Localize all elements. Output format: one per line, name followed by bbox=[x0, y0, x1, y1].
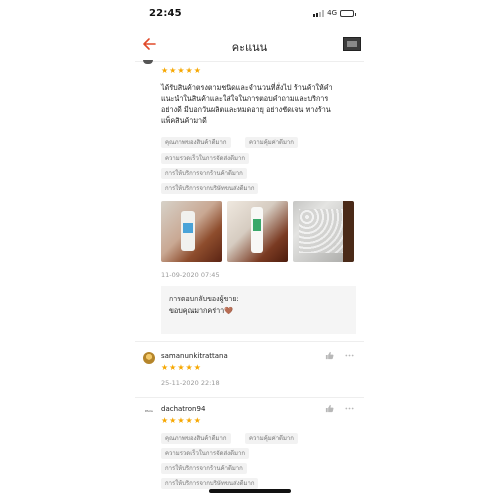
star-icon: ★ bbox=[169, 416, 177, 425]
page-title: คะแนน bbox=[231, 41, 268, 54]
review-text: ได้รับสินค้าตรงตามชนิดและจำนวนที่สั่งไป … bbox=[161, 82, 356, 126]
divider bbox=[135, 341, 364, 342]
review-photo[interactable] bbox=[293, 201, 354, 262]
star-icon: ★ bbox=[177, 66, 185, 75]
status-indicators: 4G bbox=[313, 9, 356, 17]
review-timestamp: 11-09-2020 07:45 bbox=[161, 271, 220, 279]
avatar[interactable] bbox=[143, 352, 155, 364]
review-photos bbox=[161, 201, 354, 262]
username: dachatron94 bbox=[161, 405, 206, 413]
network-label: 4G bbox=[327, 9, 337, 17]
tag-chip: ความคุ้มค่าดีมาก bbox=[245, 137, 298, 148]
review-text-line: ได้รับสินค้าตรงตามชนิดและจำนวนที่สั่งไป … bbox=[161, 83, 333, 92]
thumbs-up-icon[interactable] bbox=[325, 351, 334, 360]
signal-icon bbox=[313, 9, 325, 17]
rating-stars: ★ ★ ★ ★ ★ bbox=[161, 66, 201, 75]
nav-bar: คะแนน bbox=[135, 28, 364, 62]
product-thumbnail[interactable] bbox=[343, 37, 361, 51]
review-photo[interactable] bbox=[161, 201, 222, 262]
star-icon: ★ bbox=[169, 363, 177, 372]
star-icon: ★ bbox=[177, 363, 185, 372]
review-text-line: แนะนำในสินค้าและใส่ใจในการตอบคำถามและบริ… bbox=[161, 94, 329, 103]
review-text-line: อย่างดี มีบอกวันผลิตและหมดอายุ อย่างชัดเ… bbox=[161, 105, 331, 114]
thumbs-up-icon[interactable] bbox=[325, 404, 334, 413]
review-item: P.S.Cu dachatron94 ★ ★ ★ ★ ★ คุณภาพของสิ… bbox=[135, 400, 364, 499]
status-time: 22:45 bbox=[149, 8, 182, 19]
username: samanunkitrattana bbox=[161, 352, 228, 360]
star-icon: ★ bbox=[185, 66, 193, 75]
star-icon: ★ bbox=[193, 363, 201, 372]
tag-chip: การให้บริการจากร้านค้าดีมาก bbox=[161, 463, 247, 474]
seller-reply: การตอบกลับของผู้ขาย: ขอบคุณมากคร่าา🤎 bbox=[161, 286, 356, 334]
home-indicator[interactable] bbox=[209, 489, 291, 493]
more-options-icon[interactable] bbox=[345, 404, 354, 413]
battery-icon bbox=[340, 9, 356, 17]
divider bbox=[135, 397, 364, 398]
rating-stars: ★ ★ ★ ★ ★ bbox=[161, 363, 201, 372]
review-timestamp: 25-11-2020 22:18 bbox=[161, 379, 220, 387]
review-text-line: แพ็คสินค้ามาดี bbox=[161, 116, 207, 125]
status-bar: 22:45 4G bbox=[135, 0, 364, 28]
tag-chip: การให้บริการจากบริษัทขนส่งดีมาก bbox=[161, 183, 259, 194]
tag-chip: ความรวดเร็วในการจัดส่งดีมาก bbox=[161, 153, 249, 164]
tag-chip: การให้บริการจากร้านค้าดีมาก bbox=[161, 168, 247, 179]
star-icon: ★ bbox=[193, 416, 201, 425]
seller-reply-title: การตอบกลับของผู้ขาย: bbox=[169, 295, 239, 303]
star-icon: ★ bbox=[161, 66, 169, 75]
tag-chip: การให้บริการจากบริษัทขนส่งดีมาก bbox=[161, 478, 259, 489]
star-icon: ★ bbox=[177, 416, 185, 425]
star-icon: ★ bbox=[161, 416, 169, 425]
star-icon: ★ bbox=[185, 363, 193, 372]
phone-screen: 22:45 4G คะแนน ★ ★ ★ ★ ★ ได้รับสินค้าตรง… bbox=[135, 0, 364, 499]
more-options-icon[interactable] bbox=[345, 351, 354, 360]
tag-chip: คุณภาพของสินค้าดีมาก bbox=[161, 137, 231, 148]
tag-chip: ความคุ้มค่าดีมาก bbox=[245, 433, 298, 444]
star-icon: ★ bbox=[161, 363, 169, 372]
seller-reply-text: ขอบคุณมากคร่าา🤎 bbox=[169, 306, 234, 315]
review-photo[interactable] bbox=[227, 201, 288, 262]
star-icon: ★ bbox=[185, 416, 193, 425]
tag-chip: คุณภาพของสินค้าดีมาก bbox=[161, 433, 231, 444]
rating-stars: ★ ★ ★ ★ ★ bbox=[161, 416, 201, 425]
avatar bbox=[143, 60, 153, 64]
star-icon: ★ bbox=[169, 66, 177, 75]
star-icon: ★ bbox=[193, 66, 201, 75]
tag-chip: ความรวดเร็วในการจัดส่งดีมาก bbox=[161, 448, 249, 459]
review-item: ★ ★ ★ ★ ★ ได้รับสินค้าตรงตามชนิดและจำนวน… bbox=[135, 60, 364, 340]
avatar[interactable]: P.S.Cu bbox=[143, 405, 155, 417]
review-item: samanunkitrattana ★ ★ ★ ★ ★ 25-11-2020 2… bbox=[135, 343, 364, 395]
